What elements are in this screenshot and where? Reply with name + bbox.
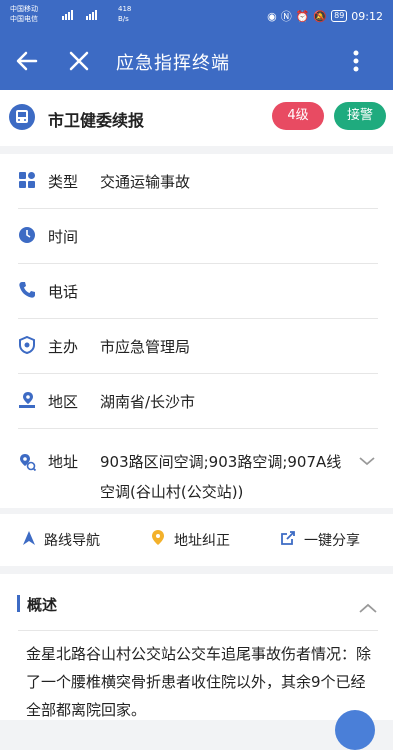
phone-icon [18,281,36,299]
region-label: 地区 [48,393,79,411]
time-label: 时间 [48,228,79,246]
share-icon [280,530,296,550]
divider [18,630,378,631]
incident-info: 类型 交通运输事故 时间 电话 主办 市应急管理局 地区 湖南省/长沙市 地址 … [0,154,393,508]
signal-icon [62,8,112,22]
phone-label: 电话 [48,283,79,301]
nfc-icon: Ⓝ [280,10,292,23]
close-icon[interactable] [67,48,91,74]
divider [18,373,378,374]
shield-icon [18,335,36,355]
status-bar: 中国移动 中国电信 418 B/s ◉ Ⓝ ⏰ 🔕 89 09:12 [0,0,393,34]
network-speed: 418 B/s [118,5,132,23]
location-pin-icon [150,529,166,551]
mute-icon: 🔕 [313,9,328,23]
more-vert-icon[interactable] [349,48,363,74]
divider [18,208,378,209]
region-pin-icon [18,391,36,409]
host-value: 市应急管理局 [100,338,191,356]
address-label: 地址 [48,453,79,471]
eye-icon: ◉ [267,9,277,23]
back-arrow-icon[interactable] [14,48,40,74]
host-label: 主办 [48,338,79,356]
address-pin-icon [18,453,37,472]
route-navigation-button[interactable]: 路线导航 [22,514,100,566]
divider [18,263,378,264]
region-value: 湖南省/长沙市 [100,393,196,411]
summary-section: 概述 金星北路谷山村公交站公交车追尾事故伤者情况：除了一个腰椎横突骨折患者收住院… [0,574,393,720]
clock-icon [18,226,36,244]
clock: 09:12 [351,9,383,23]
incident-header: 市卫健委续报 4级 接警 [0,90,393,146]
category-icon [18,171,36,189]
type-label: 类型 [48,173,79,191]
type-value: 交通运输事故 [100,173,191,191]
divider [18,428,378,429]
chevron-up-icon[interactable] [358,599,378,613]
share-button[interactable]: 一键分享 [280,514,360,566]
address-correction-button[interactable]: 地址纠正 [150,514,230,566]
section-accent [17,595,20,612]
app-bar: 应急指挥终端 [0,34,393,90]
floating-action-button[interactable] [335,710,375,750]
status-right: ◉ Ⓝ ⏰ 🔕 89 09:12 [267,8,383,24]
carrier-2: 中国电信 [10,15,38,23]
carrier-1: 中国移动 [10,5,38,13]
alarm-icon: ⏰ [295,9,310,23]
navigation-arrow-icon [22,530,36,550]
divider [18,318,378,319]
bus-icon [9,104,35,130]
accept-alarm-button[interactable]: 接警 [334,102,386,130]
battery-icon: 89 [331,10,348,22]
share-label: 一键分享 [304,533,360,549]
carrier-info: 中国移动 中国电信 [10,4,38,24]
level-badge: 4级 [272,102,324,130]
action-bar: 路线导航 地址纠正 一键分享 [0,514,393,566]
incident-title: 市卫健委续报 [48,111,145,130]
summary-title: 概述 [27,596,58,614]
chevron-down-icon[interactable] [358,452,376,466]
address-correction-label: 地址纠正 [174,533,230,549]
route-navigation-label: 路线导航 [44,533,100,549]
address-value: 903路区间空调;903路空调;907A线空调(谷山村(公交站)) [100,453,342,501]
page-title: 应急指挥终端 [116,53,230,74]
summary-text: 金星北路谷山村公交站公交车追尾事故伤者情况：除了一个腰椎横突骨折患者收住院以外，… [26,645,372,719]
